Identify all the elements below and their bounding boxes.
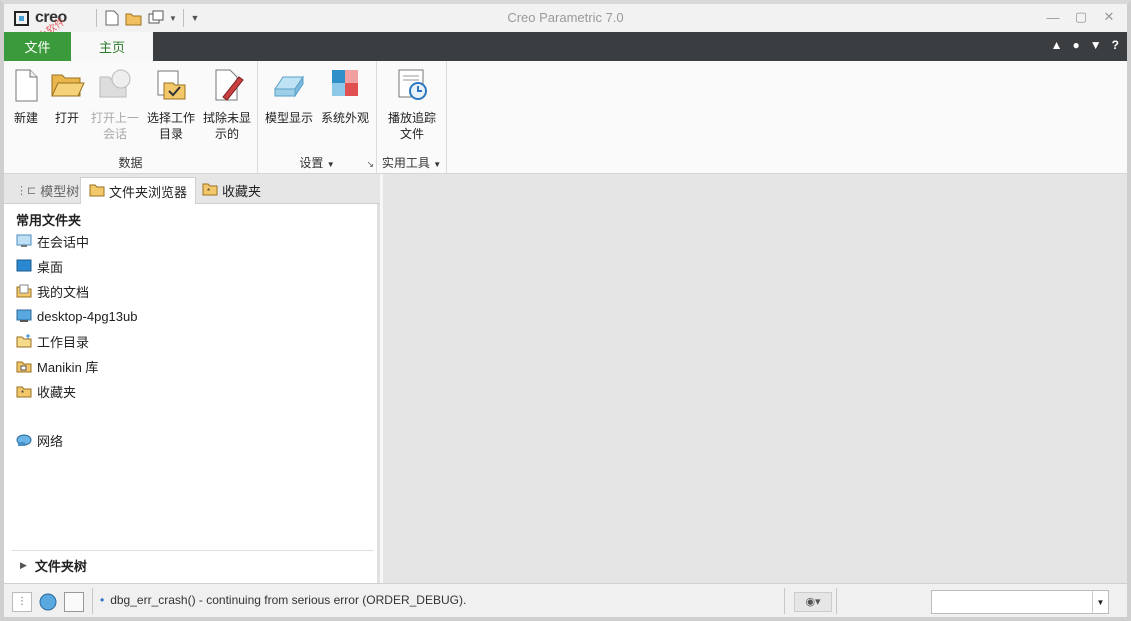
help-icon[interactable]: ? — [1112, 38, 1119, 52]
title-bar: creo ▼ ▼ Creo Parametric 7.0 — ▢ ✕ — [4, 4, 1127, 32]
navigator-panel: ⋮⊏ 模型树 文件夹浏览器 * 收藏夹 常用文件夹 在会话中 桌面 我的文档 d… — [4, 174, 380, 583]
folder-item-computer[interactable]: desktop-4pg13ub — [16, 305, 137, 327]
dialog-launcher-icon[interactable]: ↘ — [366, 159, 374, 170]
window-title: Creo Parametric 7.0 — [507, 10, 624, 25]
find-binoculars-icon[interactable]: ◉▾ — [794, 592, 832, 612]
status-bar: ⋮ dbg_err_crash() - continuing from seri… — [4, 583, 1127, 617]
folder-item-documents[interactable]: 我的文档 — [16, 280, 89, 302]
favorites-icon: * — [202, 182, 218, 199]
folder-item-working-dir[interactable]: 工作目录 — [16, 330, 89, 352]
chevron-down-icon: ▼ — [326, 160, 335, 169]
status-message: dbg_err_crash() - continuing from seriou… — [100, 593, 466, 607]
folder-item-in-session[interactable]: 在会话中 — [16, 230, 89, 252]
computer-icon — [16, 309, 32, 323]
status-divider — [784, 588, 785, 614]
folder-item-favorites[interactable]: * 收藏夹 — [16, 380, 76, 402]
fullscreen-toggle-icon[interactable] — [64, 592, 84, 612]
monitor-icon — [16, 234, 32, 248]
library-folder-icon — [16, 359, 32, 373]
system-appearance-button[interactable]: 系统外观 — [318, 67, 372, 126]
navigator-tabs: ⋮⊏ 模型树 文件夹浏览器 * 收藏夹 — [4, 174, 380, 204]
close-button[interactable]: ✕ — [1099, 8, 1119, 26]
open-button[interactable]: 打开 — [40, 67, 94, 126]
window-controls: — ▢ ✕ — [1043, 8, 1119, 26]
data-group: 新建 打开 打开上一 会话 选择工作 目录 拭除未显 示的 数据 — [4, 61, 258, 174]
search-icon[interactable]: ● — [1073, 38, 1080, 52]
tab-home[interactable]: 主页 — [71, 32, 153, 61]
folder-tree-toggle[interactable]: ▶ 文件夹树 — [12, 550, 374, 580]
minimize-button[interactable]: — — [1043, 8, 1063, 26]
model-display-button[interactable]: 模型显示 — [262, 67, 316, 126]
folder-browser-icon — [89, 183, 105, 200]
creo-window: creo ▼ ▼ Creo Parametric 7.0 — ▢ ✕ 公众号 小… — [0, 0, 1131, 621]
folder-item-desktop[interactable]: 桌面 — [16, 255, 63, 277]
status-divider — [836, 588, 837, 614]
select-working-dir-button[interactable]: 选择工作 目录 — [144, 67, 198, 142]
data-group-label: 数据 — [118, 156, 143, 170]
ribbon-tab-bar: 文件 主页 ▲ ● ▼ ? — [4, 32, 1127, 61]
favorites-folder-icon: * — [16, 384, 32, 398]
collapse-ribbon-icon[interactable]: ▲ — [1051, 38, 1063, 52]
ribbon-right-icons: ▲ ● ▼ ? — [1051, 38, 1119, 52]
learning-icon[interactable]: ▼ — [1090, 38, 1102, 52]
working-dir-icon — [16, 334, 32, 348]
svg-text:*: * — [21, 389, 24, 398]
common-folders-title: 常用文件夹 — [16, 213, 82, 228]
erase-not-displayed-button[interactable]: 拭除未显 示的 — [200, 67, 254, 142]
tab-file[interactable]: 文件 — [4, 32, 71, 61]
desktop-icon — [16, 259, 32, 273]
svg-text:*: * — [207, 187, 210, 196]
utilities-group: 播放追踪 文件 实用工具 ▼ — [377, 61, 447, 174]
triangle-right-icon: ▶ — [20, 560, 27, 570]
folder-item-manikin-library[interactable]: Manikin 库 — [16, 355, 98, 377]
selection-filter-dropdown[interactable]: ▼ — [931, 590, 1109, 614]
ribbon: 新建 打开 打开上一 会话 选择工作 目录 拭除未显 示的 数据 模型显示 系统… — [4, 61, 1127, 174]
utilities-group-label[interactable]: 实用工具 ▼ — [377, 154, 446, 171]
chevron-down-icon[interactable]: ▼ — [1092, 591, 1108, 613]
documents-icon — [16, 284, 32, 298]
tab-model-tree[interactable]: ⋮⊏ 模型树 — [8, 177, 87, 204]
model-tree-toggle-icon[interactable]: ⋮ — [12, 592, 32, 612]
open-last-session-button[interactable]: 打开上一 会话 — [88, 67, 142, 142]
graphics-area[interactable] — [383, 174, 1127, 583]
tab-favorites[interactable]: * 收藏夹 — [194, 177, 269, 204]
model-tree-icon: ⋮⊏ — [16, 185, 37, 197]
status-divider — [92, 588, 93, 614]
playback-trail-file-button[interactable]: 播放追踪 文件 — [385, 67, 439, 142]
settings-group: 模型显示 系统外观 设置 ▼ ↘ — [258, 61, 377, 174]
folder-item-network[interactable]: 网络 — [16, 429, 63, 451]
browser-toggle-icon[interactable] — [38, 592, 58, 612]
network-icon — [16, 433, 32, 447]
chevron-down-icon: ▼ — [433, 160, 442, 169]
maximize-button[interactable]: ▢ — [1071, 8, 1091, 26]
tab-folder-browser[interactable]: 文件夹浏览器 — [80, 177, 197, 204]
settings-group-label[interactable]: 设置 ▼ — [258, 154, 376, 171]
